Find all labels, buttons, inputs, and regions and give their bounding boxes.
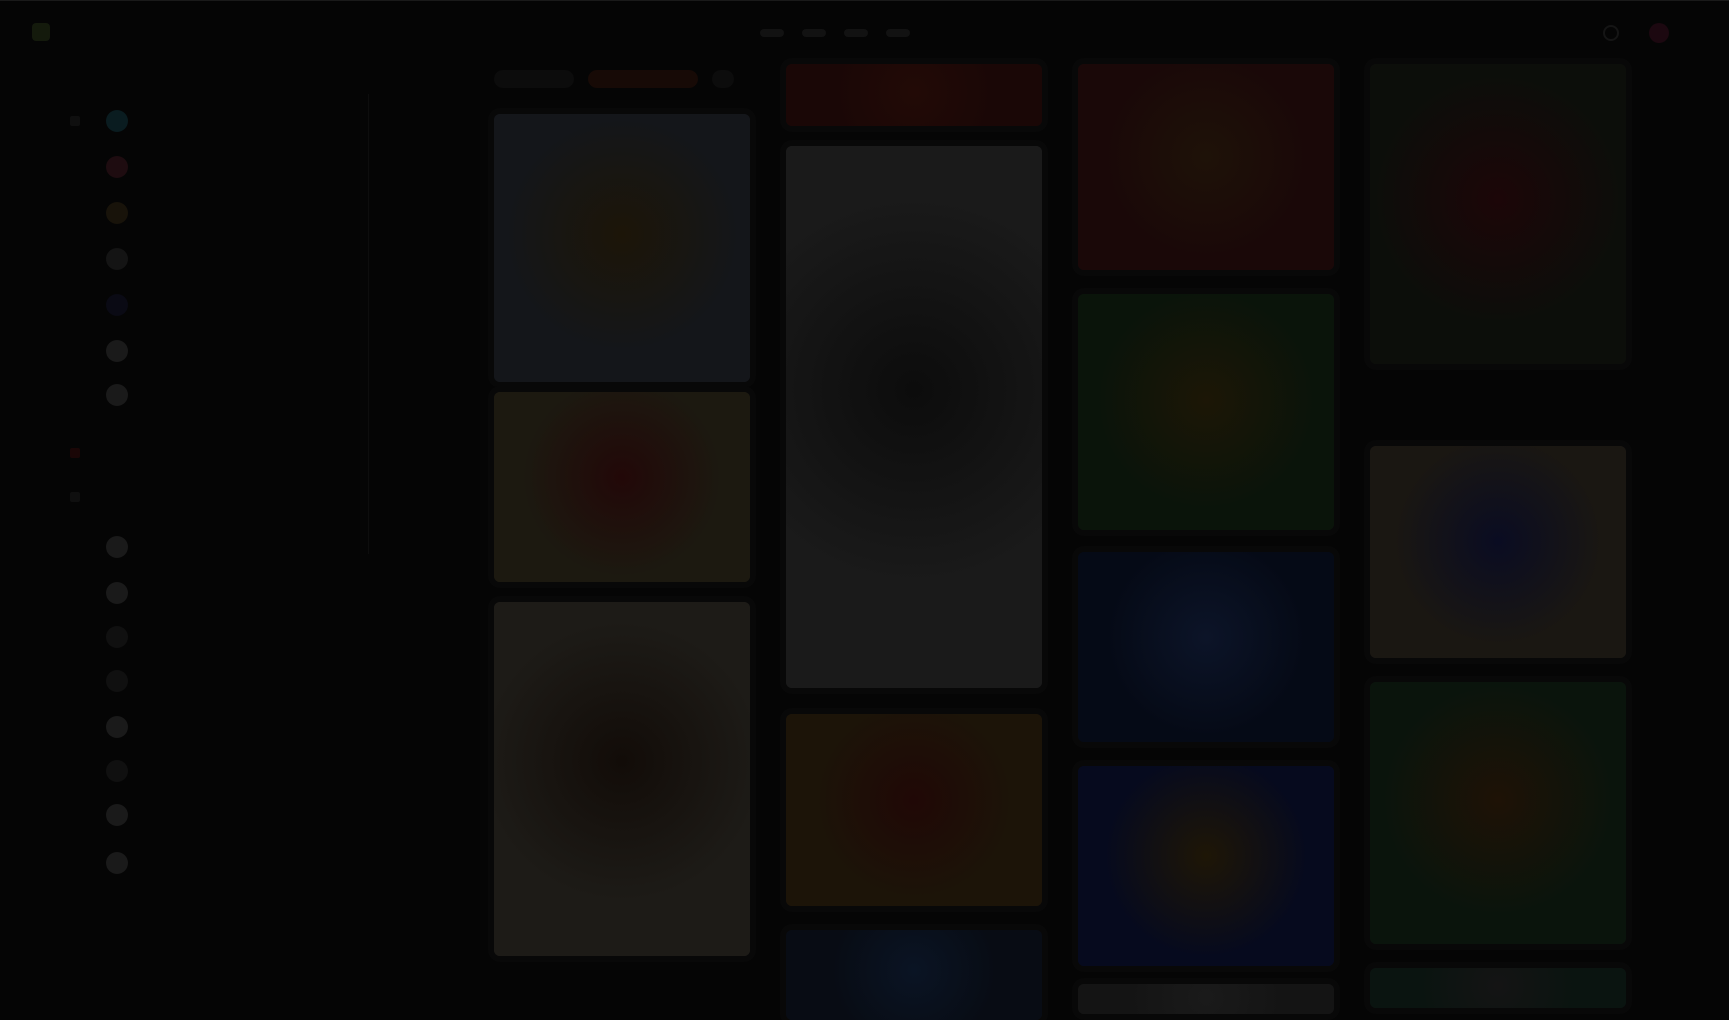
sidebar-item[interactable] <box>106 622 142 652</box>
feed <box>494 64 1629 1020</box>
feed-card[interactable] <box>786 714 1042 906</box>
card-thumbnail <box>1078 766 1334 966</box>
category-icon <box>106 156 128 178</box>
sidebar-item[interactable] <box>106 152 142 182</box>
sidebar-item[interactable] <box>106 290 142 320</box>
filter-chip[interactable] <box>494 70 574 88</box>
feed-card[interactable] <box>494 392 750 582</box>
sidebar-item[interactable] <box>106 198 142 228</box>
feed-card[interactable] <box>1370 446 1626 658</box>
category-icon <box>106 852 128 874</box>
card-thumbnail <box>1078 294 1334 530</box>
sidebar-item[interactable] <box>106 848 142 878</box>
card-thumbnail <box>786 930 1042 1020</box>
sidebar-section-header[interactable] <box>70 448 90 458</box>
card-thumbnail <box>494 602 750 956</box>
sidebar-item[interactable] <box>106 380 142 410</box>
sidebar-item[interactable] <box>106 800 142 830</box>
category-icon <box>106 248 128 270</box>
category-icon <box>106 340 128 362</box>
filter-row <box>494 70 734 88</box>
sidebar-item[interactable] <box>106 756 142 786</box>
chevron-down-icon <box>70 492 80 502</box>
card-thumbnail <box>1370 64 1626 364</box>
card-thumbnail <box>786 64 1042 126</box>
nav-item[interactable] <box>844 29 868 37</box>
sidebar-item[interactable] <box>106 666 142 696</box>
card-thumbnail <box>494 392 750 582</box>
category-icon <box>106 384 128 406</box>
app-logo-icon[interactable] <box>32 23 50 41</box>
search-icon[interactable] <box>1603 25 1619 41</box>
card-thumbnail <box>786 714 1042 906</box>
top-bar <box>0 0 1729 64</box>
card-thumbnail <box>494 114 750 382</box>
category-icon <box>106 202 128 224</box>
filter-chip[interactable] <box>712 70 734 88</box>
feed-card[interactable] <box>786 930 1042 1020</box>
feed-card[interactable] <box>1078 984 1334 1014</box>
card-thumbnail <box>1078 64 1334 270</box>
category-icon <box>106 110 128 132</box>
card-thumbnail <box>1078 984 1334 1014</box>
category-icon <box>106 626 128 648</box>
sidebar-section-header[interactable] <box>70 492 90 502</box>
nav-item[interactable] <box>760 29 784 37</box>
card-thumbnail <box>1370 446 1626 658</box>
nav-item[interactable] <box>802 29 826 37</box>
sidebar-divider <box>368 94 369 554</box>
feed-card[interactable] <box>494 602 750 956</box>
filter-chip[interactable] <box>588 70 698 88</box>
chevron-down-icon <box>70 116 80 126</box>
feed-card[interactable] <box>494 114 750 382</box>
card-thumbnail <box>1370 682 1626 944</box>
sidebar <box>0 64 370 956</box>
feed-card[interactable] <box>1370 682 1626 944</box>
category-icon <box>106 582 128 604</box>
sidebar-item[interactable] <box>106 244 142 274</box>
sidebar-item[interactable] <box>106 336 142 366</box>
card-thumbnail <box>1078 552 1334 742</box>
category-icon <box>106 716 128 738</box>
feed-card[interactable] <box>786 146 1042 688</box>
feed-card[interactable] <box>1370 968 1626 1008</box>
sidebar-item[interactable] <box>106 578 142 608</box>
chevron-right-icon <box>70 448 80 458</box>
card-thumbnail <box>1370 968 1626 1008</box>
sidebar-item[interactable] <box>106 532 142 562</box>
top-nav <box>760 29 910 37</box>
feed-card[interactable] <box>1078 766 1334 966</box>
category-icon <box>106 804 128 826</box>
category-icon <box>106 536 128 558</box>
sidebar-item[interactable] <box>106 712 142 742</box>
category-icon <box>106 760 128 782</box>
card-thumbnail <box>786 146 1042 688</box>
category-icon <box>106 670 128 692</box>
feed-card[interactable] <box>786 64 1042 126</box>
top-actions <box>1603 23 1669 43</box>
user-avatar-icon[interactable] <box>1649 23 1669 43</box>
feed-card[interactable] <box>1370 64 1626 364</box>
sidebar-item[interactable] <box>106 106 142 136</box>
feed-card[interactable] <box>1078 64 1334 270</box>
feed-card[interactable] <box>1078 552 1334 742</box>
nav-item[interactable] <box>886 29 910 37</box>
category-icon <box>106 294 128 316</box>
feed-card[interactable] <box>1078 294 1334 530</box>
sidebar-section-header[interactable] <box>70 116 90 126</box>
